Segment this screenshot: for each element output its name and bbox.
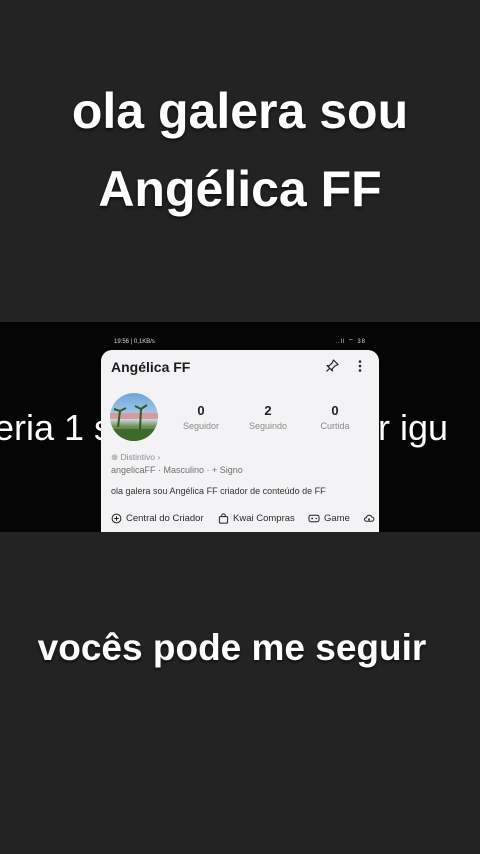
- status-time: 19:56 | 0,1KB/s: [114, 339, 155, 345]
- status-icons: ..ll ⌔ 38: [335, 339, 366, 345]
- stat-followers[interactable]: 0 Seguidor: [166, 403, 236, 433]
- following-count: 2: [264, 403, 272, 418]
- likes-label: Curtida: [320, 421, 350, 431]
- video-frame: eria 1 se zer igu 19:56 | 0,1KB/s ..ll ⌔…: [0, 322, 480, 532]
- gamepad-icon: [308, 514, 320, 522]
- avatar[interactable]: [110, 393, 158, 441]
- cloud-button[interactable]: [363, 508, 375, 528]
- followers-label: Seguidor: [182, 421, 220, 431]
- caption-top-line1: ola galera sou: [71, 83, 409, 139]
- action-bar: Central do Criador Kwai Compras Game: [101, 508, 379, 528]
- game-button[interactable]: Game: [308, 508, 350, 528]
- stat-likes[interactable]: 0 Curtida: [300, 403, 370, 433]
- cloud-icon: [364, 514, 375, 522]
- badge-row[interactable]: ⊗ Distintivo ›: [111, 452, 160, 463]
- shopping-bag-icon: [218, 512, 229, 524]
- caption-top: ola galera sou Angélica FF: [0, 72, 480, 228]
- profile-card: Angélica FF 0 Seguidor 2 Seguindo 0 Curt…: [101, 350, 379, 532]
- caption-bottom: vocês pode me seguir: [37, 627, 427, 668]
- kwai-shop-label: Kwai Compras: [233, 512, 295, 524]
- game-label: Game: [324, 512, 350, 524]
- creator-center-label: Central do Criador: [126, 512, 204, 524]
- caption-top-line2: Angélica FF: [98, 161, 382, 217]
- profile-bio: ola galera sou Angélica FF criador de co…: [111, 486, 326, 496]
- following-label: Seguindo: [248, 421, 288, 431]
- likes-count: 0: [331, 403, 339, 418]
- status-bar: 19:56 | 0,1KB/s ..ll ⌔ 38: [112, 336, 368, 348]
- profile-meta: angelicaFF · Masculino · + Signo: [111, 465, 243, 475]
- badge-label: Distintivo: [120, 452, 155, 462]
- stat-following[interactable]: 2 Seguindo: [233, 403, 303, 433]
- creator-center-icon: [111, 513, 122, 523]
- chevron-right-icon: ›: [154, 452, 161, 462]
- followers-count: 0: [197, 403, 205, 418]
- more-vertical-icon[interactable]: [352, 358, 368, 374]
- pin-icon[interactable]: [324, 358, 340, 374]
- profile-name: Angélica FF: [111, 359, 191, 375]
- creator-center-button[interactable]: Central do Criador: [111, 508, 204, 528]
- kwai-shop-button[interactable]: Kwai Compras: [218, 508, 295, 528]
